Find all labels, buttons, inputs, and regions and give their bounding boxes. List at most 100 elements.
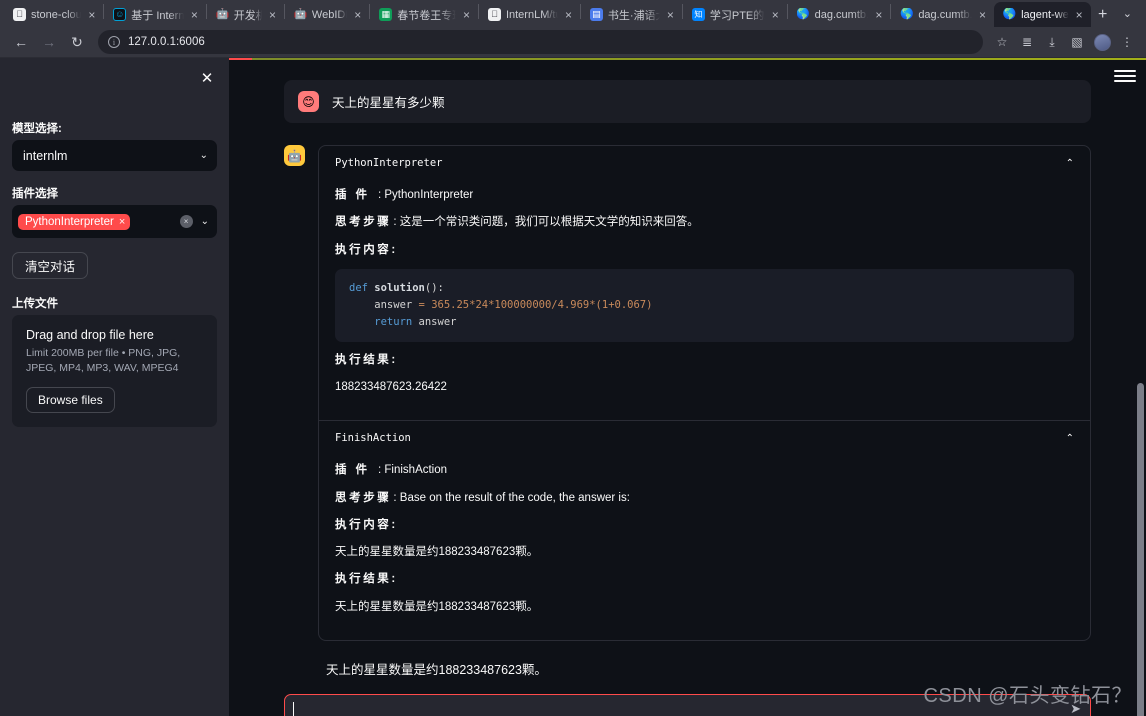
tab-strip:  stone-cloud × ☺ 基于 InternL × 🤖 开发机 × 🤖… [0,0,1146,27]
tab-close-icon[interactable]: × [352,9,363,21]
chevron-down-icon: ⌄ [199,150,208,161]
expander-body: 插件: FinishAction 思考步骤: Base on the resul… [319,450,1090,640]
tab-strip-right: ⌄ [1115,0,1146,27]
tab-close-icon[interactable]: × [267,9,278,21]
browser-toolbar: ← → ↻ i 127.0.0.1:6006 ☆ ≣ ⤓ ▧ ⋮ [0,27,1146,58]
bookmark-star-icon[interactable]: ☆ [991,31,1013,53]
code-function-name: solution [374,281,425,294]
thought-key: 思考步骤 [335,216,392,229]
tab-title: 基于 InternL [131,9,184,22]
side-panel-icon[interactable]: ▧ [1066,31,1088,53]
browser-menu-icon[interactable]: ⋮ [1116,31,1138,53]
result-value: 天上的星星数量是约188233487623颗。 [335,600,539,613]
thought-value: 这是一个常识类问题，我们可以根据天文学的知识来回答。 [399,216,699,229]
chevron-down-icon[interactable]: ⌄ [201,216,209,227]
plugin-multiselect[interactable]: PythonInterpreter × × ⌄ [12,205,217,238]
forward-icon[interactable]: → [36,29,62,55]
tab-title: lagent-web [1021,8,1069,21]
new-tab-button[interactable]: + [1091,2,1115,27]
plugin-tag-pythoninterpreter[interactable]: PythonInterpreter × [18,213,131,230]
plugin-value: PythonInterpreter [384,189,474,201]
sidebar-close-icon[interactable]: ✕ [197,68,217,88]
final-answer-text: 天上的星星数量是约188233487623颗。 [326,662,547,677]
user-message-text: 天上的星星有多少颗 [332,96,445,110]
chevron-up-icon[interactable]: ⌃ [1066,158,1074,169]
reading-list-icon[interactable]: ≣ [1016,31,1038,53]
code-keyword-return: return [349,315,413,328]
tab-close-icon[interactable]: × [873,9,884,21]
tab-search-chevron-icon[interactable]: ⌄ [1115,7,1140,20]
profile-avatar[interactable] [1091,31,1113,53]
address-bar[interactable]: i 127.0.0.1:6006 [98,30,983,54]
file-dropzone[interactable]: Drag and drop file here Limit 200MB per … [12,315,217,428]
download-icon[interactable]: ⤓ [1041,31,1063,53]
browser-tab-9[interactable]: 🌎 dag.cumtb.e × [891,2,994,27]
browser-window:  stone-cloud × ☺ 基于 InternL × 🤖 开发机 × 🤖… [0,0,1146,716]
zhihu-icon: 知 [691,8,705,21]
browser-tab-7[interactable]: 知 学习PTE的A × [683,2,787,27]
expander-header[interactable]: PythonInterpreter ⌃ [319,146,1090,175]
tab-close-icon[interactable]: × [86,9,97,21]
code-block: def solution(): answer = 365.25*24*10000… [335,268,1074,342]
tab-close-icon[interactable]: × [977,9,988,21]
site-info-icon[interactable]: i [108,36,120,48]
hamburger-menu-icon[interactable] [1114,67,1136,85]
reload-icon[interactable]: ↻ [64,29,90,55]
assistant-message: 🤖 PythonInterpreter ⌃ 插件: PythonInterpre… [284,145,1091,641]
plugin-row: 插件: FinishAction [335,464,448,477]
tab-close-icon[interactable]: × [770,9,781,21]
chevron-up-icon[interactable]: ⌃ [1066,433,1074,444]
plugin-key: 插件 [335,464,376,477]
browser-tab-8[interactable]: 🌎 dag.cumtb.e × [788,2,891,27]
browser-tab-2[interactable]: 🤖 开发机 × [207,2,284,27]
plugin-key: 插件 [335,189,376,201]
browser-tab-5[interactable]:  InternLM/tut × [479,2,580,27]
tab-close-icon[interactable]: × [1074,9,1085,21]
thought-value: Base on the result of the code, the answ… [399,491,630,504]
browser-tab-4[interactable]: ▦ 春节卷王专班 × [370,2,478,27]
thought-row: 思考步骤: 这是一个常识类问题，我们可以根据天文学的知识来回答。 [335,216,699,229]
code-line2-expr: 365.25*24*100000000/4.969*(1+0.067) [424,298,653,311]
dropzone-title: Drag and drop file here [26,328,154,342]
browser-tab-1[interactable]: ☺ 基于 InternL × [104,2,206,27]
thought-row: 思考步骤: Base on the result of the code, th… [335,491,630,504]
model-select[interactable]: internlm ⌄ [12,140,217,171]
robot-icon: 🤖 [215,8,229,20]
browser-tab-3[interactable]: 🤖 WebIDE × [285,2,369,27]
globe-icon: 🌎 [900,8,914,20]
globe-icon: 🌎 [796,8,810,20]
assistant-avatar: 🤖 [284,145,305,166]
tab-close-icon[interactable]: × [189,9,200,21]
expander-body: 插件: PythonInterpreter 思考步骤: 这是一个常识类问题，我们… [319,175,1090,420]
expander-title: FinishAction [335,432,411,445]
result-value: 188233487623.26422 [335,381,447,393]
github-icon:  [487,8,501,21]
tab-close-icon[interactable]: × [665,9,676,21]
upload-file-label: 上传文件 [12,298,58,310]
browse-files-button[interactable]: Browse files [26,387,115,414]
toolbar-icons: ☆ ≣ ⤓ ▧ ⋮ [991,31,1138,53]
github-icon:  [13,8,26,21]
assistant-message-body: PythonInterpreter ⌃ 插件: PythonInterprete… [318,145,1091,641]
browser-tab-active-lagent-web[interactable]: 🌎 lagent-web × [994,2,1091,27]
plugin-tag-remove-icon[interactable]: × [119,216,125,228]
result-row: 执行结果: [335,571,1074,588]
clear-chat-button[interactable]: 清空对话 [12,252,89,279]
watermark-text: CSDN @石头变钻石？ [923,685,1132,707]
plugin-clear-all-icon[interactable]: × [179,215,193,228]
vertical-scrollbar[interactable] [1137,383,1144,716]
plugin-value: FinishAction [384,464,448,477]
code-line3-var: answer [412,315,457,328]
expander-finishaction: FinishAction ⌃ 插件: FinishAction 思考步骤: Ba… [319,420,1090,640]
tab-close-icon[interactable]: × [461,9,472,21]
dropzone-limits: Limit 200MB per file • PNG, JPG, JPEG, M… [26,347,181,375]
action-key: 执行内容: [335,243,398,256]
browser-tab-0[interactable]:  stone-cloud × [4,2,103,27]
expander-title: PythonInterpreter [335,157,443,169]
sheet-icon: ▦ [379,8,393,21]
text-caret [293,702,294,716]
browser-tab-6[interactable]: ▤ 书生·浦语大 × [581,2,682,27]
tab-close-icon[interactable]: × [563,9,574,21]
back-icon[interactable]: ← [8,29,34,55]
expander-header[interactable]: FinishAction ⌃ [319,421,1090,450]
